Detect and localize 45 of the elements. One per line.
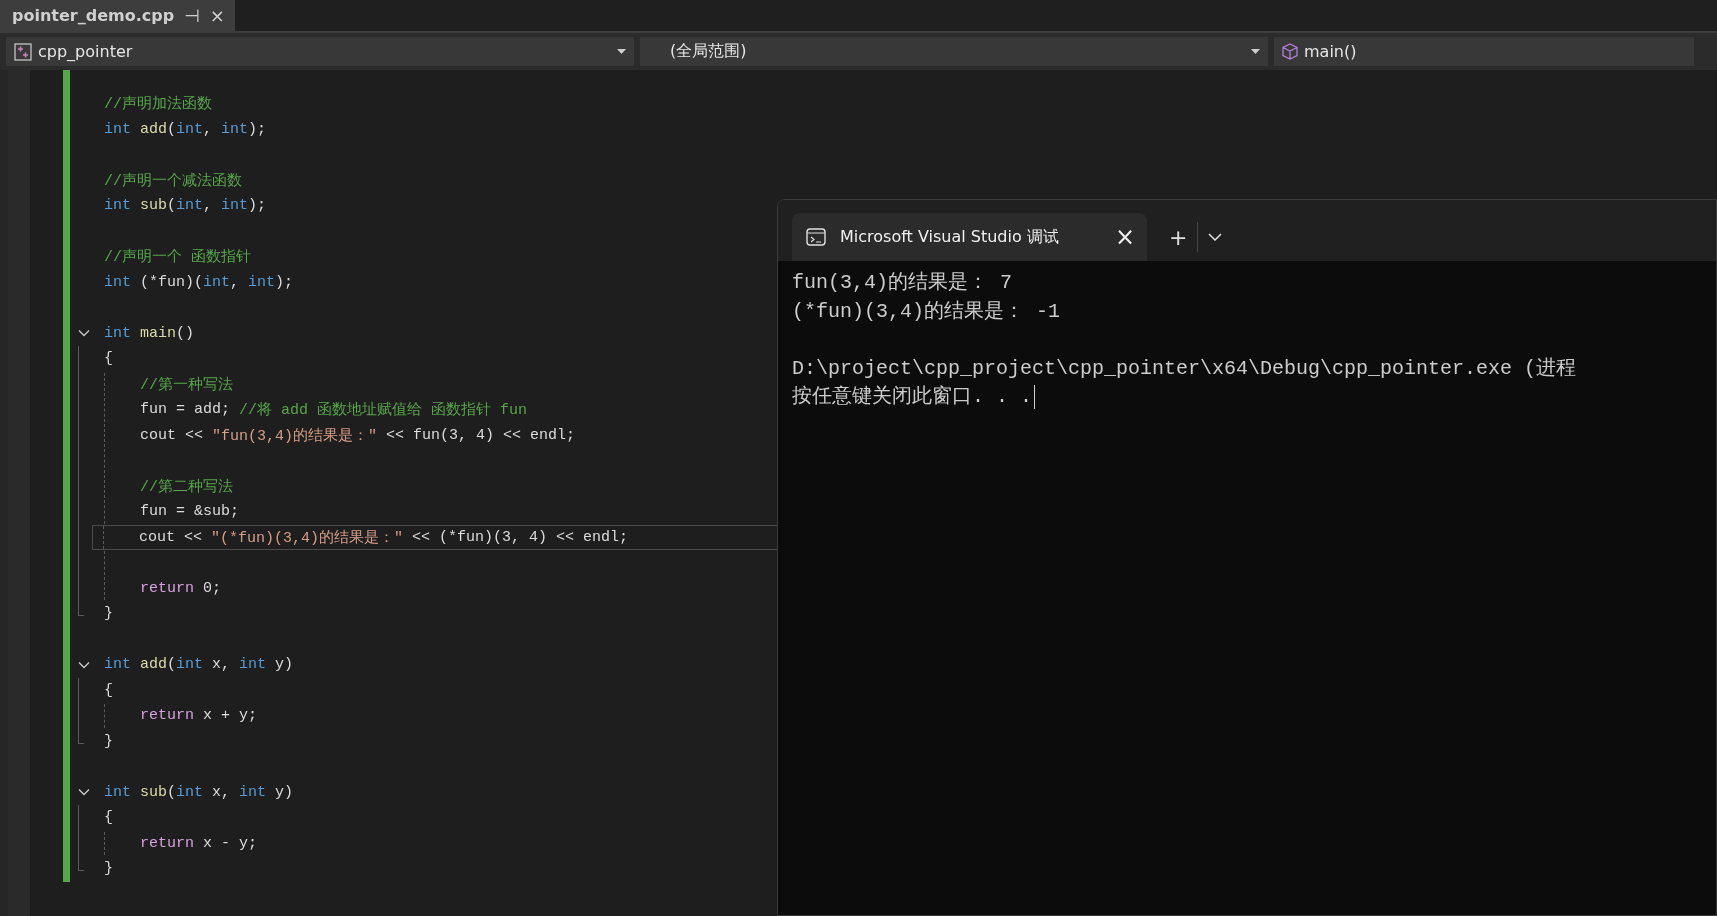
- dropdown-arrow-icon: [617, 49, 626, 54]
- console-tab[interactable]: Microsoft Visual Studio 调试 ×: [792, 213, 1147, 261]
- document-tab[interactable]: pointer_demo.cpp ⊣ ×: [0, 0, 235, 31]
- project-icon: [14, 42, 32, 61]
- terminal-icon: [806, 228, 826, 246]
- code-line: }: [104, 604, 113, 625]
- code-line: int add(int, int);: [104, 119, 267, 140]
- code-line: }: [104, 859, 113, 880]
- close-icon[interactable]: ×: [209, 5, 225, 26]
- code-line: //声明一个减法函数: [104, 171, 242, 192]
- scope-dropdown[interactable]: (全局范围): [640, 37, 1268, 66]
- code-line: int sub(int x, int y): [104, 782, 294, 803]
- code-line: fun = &sub;: [140, 502, 240, 523]
- cube-icon: [1282, 43, 1298, 60]
- tab-title: pointer_demo.cpp: [12, 6, 175, 25]
- console-output-line: 按任意键关闭此窗口. . .: [792, 384, 1032, 410]
- code-line: int (*fun)(int, int);: [104, 272, 294, 293]
- code-line: cout << "fun(3,4)的结果是：" << fun(3, 4) << endl;: [140, 425, 576, 447]
- new-tab-button[interactable]: +: [1159, 213, 1198, 261]
- code-line: }: [104, 731, 113, 752]
- console-output-line: (*fun)(3,4)的结果是： -1: [792, 298, 1061, 325]
- code-line: return x + y;: [140, 706, 258, 727]
- member-dropdown[interactable]: main(): [1274, 37, 1694, 66]
- project-dropdown[interactable]: cpp_pointer: [6, 37, 634, 66]
- code-line: cout << "(*fun)(3,4)的结果是：" << (*fun)(3, 4) << endl;: [139, 527, 629, 549]
- code-line: fun = add; //将 add 函数地址赋值给 函数指针 fun: [140, 400, 528, 422]
- code-line: {: [104, 680, 113, 701]
- code-line: int sub(int, int);: [104, 196, 267, 217]
- code-line: return 0;: [140, 578, 222, 599]
- console-output-line: D:\project\cpp_project\cpp_pointer\x64\Debug\cpp_pointer.exe (进程: [792, 355, 1577, 382]
- code-line: {: [104, 349, 113, 370]
- code-line: return x - y;: [140, 833, 258, 854]
- code-line: {: [104, 808, 113, 829]
- console-output-line: fun(3,4)的结果是： 7: [792, 270, 1013, 296]
- pin-icon[interactable]: ⊣: [184, 5, 200, 26]
- code-line: //声明一个 函数指针: [104, 247, 251, 269]
- close-icon[interactable]: ×: [1114, 223, 1135, 251]
- code-line: int add(int x, int y): [104, 655, 294, 676]
- dropdown-arrow-icon: [1251, 49, 1260, 54]
- code-line: //第二种写法: [140, 477, 233, 498]
- chevron-down-icon: [1208, 233, 1223, 241]
- code-line: //第一种写法: [140, 375, 233, 396]
- console-tab-title: Microsoft Visual Studio 调试: [840, 226, 1060, 248]
- code-line: //声明加法函数: [104, 94, 212, 116]
- code-line: int main(): [104, 323, 195, 344]
